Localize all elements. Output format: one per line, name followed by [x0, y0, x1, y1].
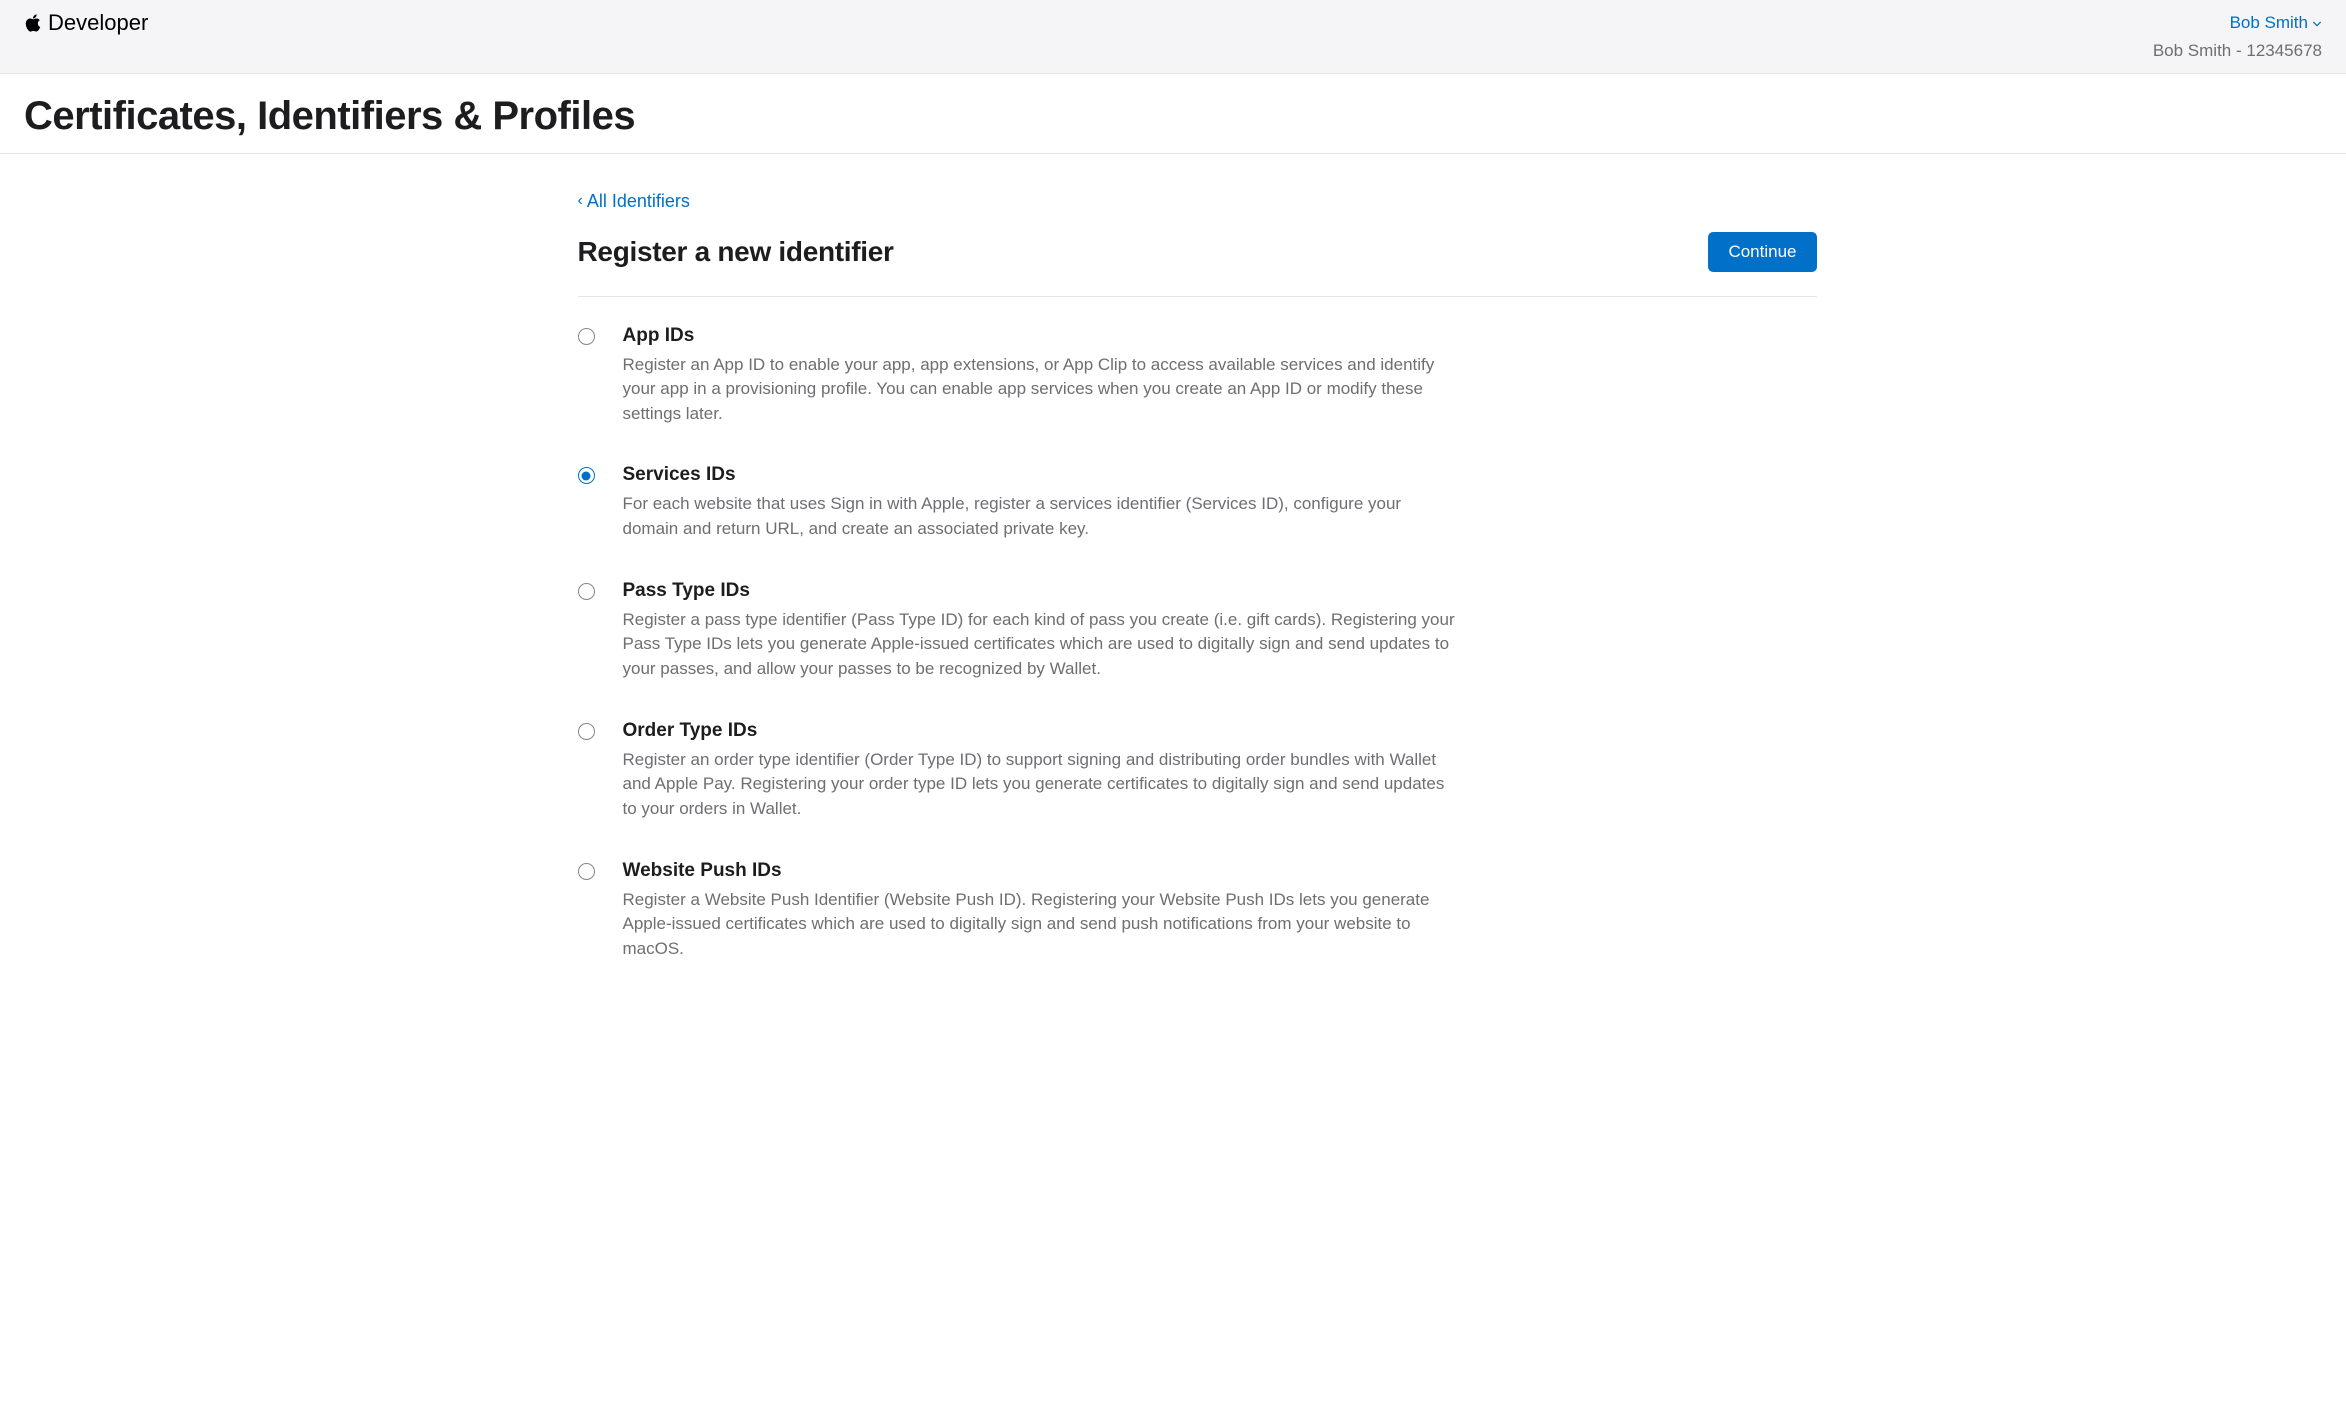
page-header: Certificates, Identifiers & Profiles: [0, 74, 2346, 154]
account-name: Bob Smith: [2230, 10, 2308, 36]
back-link-label: All Identifiers: [587, 191, 690, 212]
brand-text: Developer: [48, 10, 148, 36]
option-description: Register an App ID to enable your app, a…: [623, 353, 1458, 427]
chevron-down-icon: [2312, 18, 2322, 28]
identifier-options-list: App IDs Register an App ID to enable you…: [578, 325, 1458, 962]
option-website-push-ids[interactable]: Website Push IDs Register a Website Push…: [578, 860, 1458, 962]
continue-button[interactable]: Continue: [1708, 232, 1816, 272]
option-pass-type-ids[interactable]: Pass Type IDs Register a pass type ident…: [578, 580, 1458, 682]
option-description: Register a pass type identifier (Pass Ty…: [623, 608, 1458, 682]
option-title: Website Push IDs: [623, 860, 1458, 882]
option-services-ids[interactable]: Services IDs For each website that uses …: [578, 464, 1458, 541]
radio-services-ids[interactable]: [578, 467, 595, 484]
apple-icon: [24, 12, 42, 34]
radio-pass-type-ids[interactable]: [578, 583, 595, 600]
main-content: ‹ All Identifiers Register a new identif…: [506, 154, 1841, 1001]
account-team: Bob Smith - 12345678: [2153, 38, 2322, 64]
account-area: Bob Smith Bob Smith - 12345678: [2153, 10, 2322, 63]
section-title: Register a new identifier: [578, 236, 894, 268]
option-description: For each website that uses Sign in with …: [623, 492, 1458, 541]
chevron-left-icon: ‹: [578, 192, 583, 210]
radio-website-push-ids[interactable]: [578, 863, 595, 880]
option-title: App IDs: [623, 325, 1458, 347]
radio-order-type-ids[interactable]: [578, 723, 595, 740]
section-header: Register a new identifier Continue: [578, 232, 1817, 297]
option-description: Register an order type identifier (Order…: [623, 748, 1458, 822]
option-order-type-ids[interactable]: Order Type IDs Register an order type id…: [578, 720, 1458, 822]
option-description: Register a Website Push Identifier (Webs…: [623, 888, 1458, 962]
option-app-ids[interactable]: App IDs Register an App ID to enable you…: [578, 325, 1458, 427]
brand-logo[interactable]: Developer: [24, 10, 148, 36]
page-title: Certificates, Identifiers & Profiles: [24, 94, 2322, 139]
option-title: Services IDs: [623, 464, 1458, 486]
option-title: Pass Type IDs: [623, 580, 1458, 602]
account-menu[interactable]: Bob Smith: [2230, 10, 2322, 36]
top-bar: Developer Bob Smith Bob Smith - 12345678: [0, 0, 2346, 74]
back-link[interactable]: ‹ All Identifiers: [578, 191, 690, 212]
radio-app-ids[interactable]: [578, 328, 595, 345]
option-title: Order Type IDs: [623, 720, 1458, 742]
